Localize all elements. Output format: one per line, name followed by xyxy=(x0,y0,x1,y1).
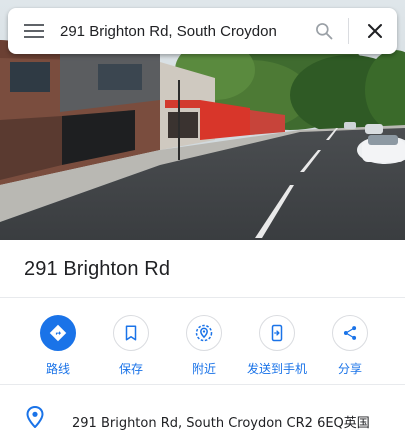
close-icon xyxy=(368,24,382,38)
share-button[interactable]: 分享 xyxy=(310,315,390,377)
location-pin-icon xyxy=(26,406,44,428)
send-to-phone-button[interactable]: 发送到手机 xyxy=(237,315,317,377)
phone-icon xyxy=(271,324,283,342)
address-row[interactable]: 291 Brighton Rd, South Croydon CR2 6EQ英国 xyxy=(0,386,405,439)
place-title: 291 Brighton Rd xyxy=(24,258,171,280)
share-icon xyxy=(343,326,357,340)
search-icon xyxy=(316,23,333,40)
nearby-label: 附近 xyxy=(191,362,216,376)
directions-button[interactable]: 路线 xyxy=(18,315,98,377)
action-bar: 路线 保存 附近 发送到手机 分享 xyxy=(0,299,405,385)
close-button[interactable] xyxy=(353,8,397,54)
send-to-phone-label: 发送到手机 xyxy=(246,362,307,376)
directions-label: 路线 xyxy=(45,362,70,376)
directions-icon xyxy=(49,324,67,342)
bookmark-icon xyxy=(125,325,137,341)
share-label: 分享 xyxy=(337,362,362,376)
menu-button[interactable] xyxy=(8,8,60,54)
save-circle xyxy=(113,315,149,351)
save-label: 保存 xyxy=(118,362,143,376)
hamburger-menu-icon xyxy=(24,24,44,38)
search-button[interactable] xyxy=(304,8,344,54)
nearby-icon xyxy=(195,324,213,342)
share-circle xyxy=(332,315,368,351)
nearby-circle xyxy=(186,315,222,351)
nearby-button[interactable]: 附近 xyxy=(164,315,244,377)
search-input[interactable]: 291 Brighton Rd, South Croydon xyxy=(60,23,304,40)
search-bar: 291 Brighton Rd, South Croydon xyxy=(8,8,397,54)
place-header: 291 Brighton Rd xyxy=(0,240,405,298)
address-text: 291 Brighton Rd, South Croydon CR2 6EQ英国 xyxy=(72,416,370,431)
save-button[interactable]: 保存 xyxy=(91,315,171,377)
directions-circle xyxy=(40,315,76,351)
search-divider xyxy=(348,18,349,44)
send-to-phone-circle xyxy=(259,315,295,351)
